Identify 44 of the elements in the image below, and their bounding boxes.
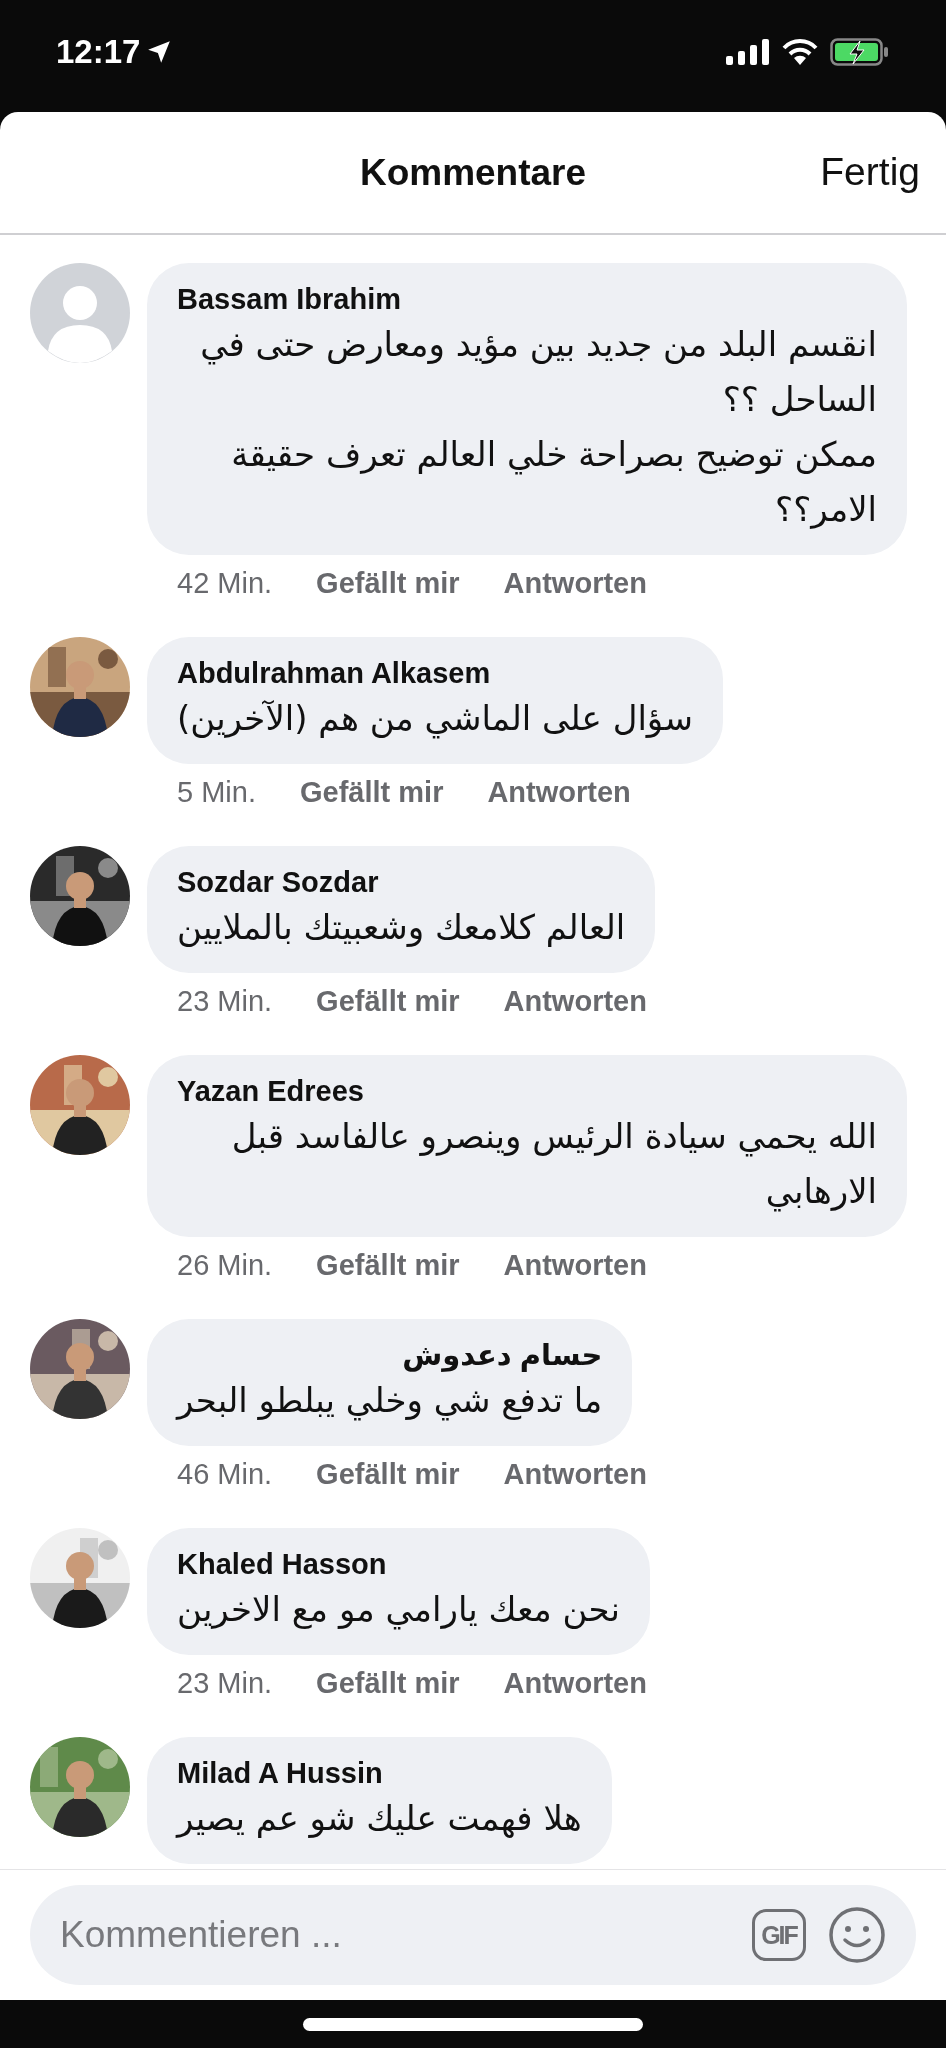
commenter-name[interactable]: Khaled Hasson [177,1546,620,1582]
reply-link[interactable]: Antworten [503,1454,647,1494]
like-link[interactable]: Gefällt mir [316,563,460,603]
emoji-icon[interactable] [828,1906,886,1964]
comment-time: 23 Min. [177,984,273,1019]
commenter-name[interactable]: Milad A Hussin [177,1755,582,1791]
commenter-name[interactable]: Sozdar Sozdar [177,864,626,900]
comment-input-field[interactable]: Kommentieren ... GIF [30,1885,916,1985]
reply-link[interactable]: Antworten [503,1245,647,1285]
reply-link[interactable]: Antworten [487,772,631,812]
reply-link[interactable]: Antworten [503,563,647,603]
home-indicator[interactable] [303,2017,643,2031]
comment-text: نحن معك يارامي مو مع الاخرين [177,1588,620,1632]
comment-time: 46 Min. [177,1457,273,1492]
done-button[interactable]: Fertig [820,150,920,194]
like-link[interactable]: Gefällt mir [316,1663,460,1703]
sheet-title: Kommentare [359,151,587,194]
comment-text: العالم كلامعك وشعبيتك بالملايين [177,906,626,949]
comment-time: 5 Min. [177,775,256,810]
commenter-name[interactable]: Abdulrahman Alkasem [177,655,693,691]
like-link[interactable]: Gefällt mir [316,1245,460,1285]
comment-time: 26 Min. [177,1248,273,1283]
commenter-name[interactable]: حسام دعدوش [177,1337,603,1373]
comment-text: ما تدفع شي وخلي يبلطو البحر [177,1379,603,1423]
signal-icon [726,39,770,65]
location-arrow-icon [146,39,173,65]
wifi-icon [782,39,818,65]
clock-time: 12:17 [56,33,141,71]
comment-time: 42 Min. [177,566,273,601]
gif-button[interactable]: GIF [752,1909,806,1961]
reply-link[interactable]: Antworten [503,1663,647,1703]
commenter-name[interactable]: Yazan Edrees [177,1073,877,1109]
battery-charging-icon [830,38,890,66]
comment-text: انقسم البلد من جديد بين مؤيد ومعارض حتى في الساحل ؟؟ ممكن توضيح بصراحة خلي العالم تعرف حقيقة الامر؟؟ [199,323,877,531]
comment-text: الله يحمي سيادة الرئيس وينصرو عالفاسد قبل الارهابي [230,1115,877,1214]
default-avatar-icon [30,263,130,363]
comment-time: 23 Min. [177,1666,273,1701]
comment-text: سؤال على الماشي من هم (الآخرين) [177,697,693,741]
comment-text: هلا فهمت عليك شو عم يصير [177,1797,582,1840]
reply-link[interactable]: Antworten [503,981,647,1021]
like-link[interactable]: Gefällt mir [316,1454,460,1494]
commenter-name[interactable]: Bassam Ibrahim [177,281,877,317]
like-link[interactable]: Gefällt mir [316,981,460,1021]
like-link[interactable]: Gefällt mir [300,772,444,812]
